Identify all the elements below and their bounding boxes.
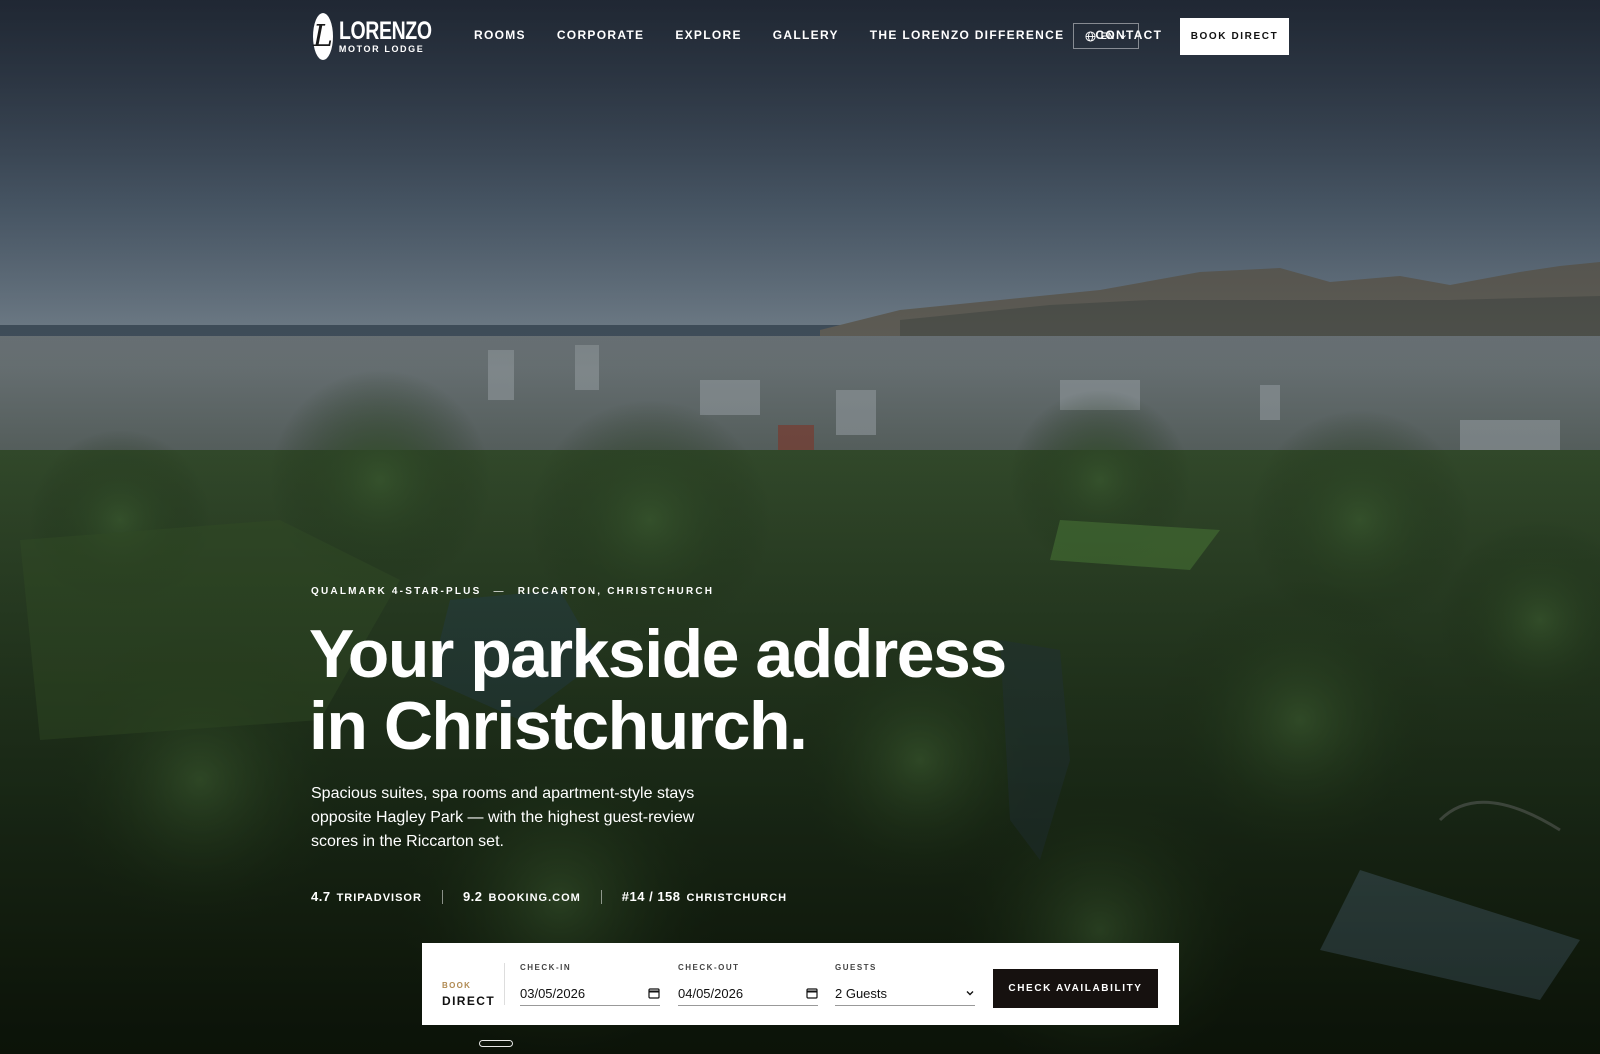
hero-eyebrow: QUALMARK 4-STAR-PLUS — RICCARTON, CHRISTCH… — [311, 586, 714, 597]
language-code: EN — [1100, 31, 1116, 41]
check-in-label: CHECK-IN — [520, 963, 572, 972]
rating-source: TRIPADVISOR — [336, 892, 422, 904]
check-in-input[interactable]: 03/05/2026 — [520, 981, 660, 1006]
rating-booking-com: 9.2 BOOKING.COM — [463, 889, 581, 904]
booking-title-small: BOOK — [442, 981, 472, 990]
brand-name: LORENZO — [338, 16, 432, 45]
headline-line-1: Your parkside address — [309, 616, 1007, 692]
rating-score: 9.2 — [462, 889, 483, 904]
booking-title: BOOK DIRECT — [442, 981, 495, 1008]
rating-source: BOOKING.COM — [488, 892, 581, 904]
rating-score: 4.7 — [311, 889, 331, 904]
nav-link-corporate[interactable]: CORPORATE — [557, 28, 644, 42]
booking-divider — [504, 963, 505, 1005]
slide-indicator[interactable] — [479, 1040, 513, 1047]
check-in-value: 03/05/2026 — [520, 985, 586, 1001]
top-navigation: L LORENZO MOTOR LODGE ROOMS CORPORATE EX… — [0, 0, 1600, 72]
brand-tagline: MOTOR LODGE — [338, 43, 425, 54]
location-label: RICCARTON, CHRISTCHURCH — [517, 586, 715, 597]
booking-title-big: DIRECT — [442, 994, 496, 1008]
headline-line-2: in Christchurch. — [309, 688, 808, 764]
calendar-icon[interactable] — [648, 987, 660, 999]
rating-christchurch-rank: #14 / 158 CHRISTCHURCH — [622, 889, 787, 904]
booking-form: BOOK DIRECT CHECK-IN 03/05/2026 CHECK-OU… — [422, 943, 1179, 1025]
ratings-strip: 4.7 TRIPADVISOR 9.2 BOOKING.COM #14 / 15… — [311, 889, 787, 904]
hero-overlay — [0, 0, 1600, 1054]
guests-field: GUESTS 2 Guests — [835, 963, 975, 1006]
hero-lead-text: Spacious suites, spa rooms and apartment… — [311, 785, 695, 850]
globe-icon — [1085, 30, 1096, 42]
check-out-value: 04/05/2026 — [678, 985, 744, 1001]
hero-section — [0, 0, 1600, 1054]
hero-headline: Your parkside address in Christchurch. — [309, 618, 1069, 762]
nav-link-explore[interactable]: EXPLORE — [675, 28, 741, 42]
nav-link-rooms[interactable]: ROOMS — [474, 28, 526, 42]
chevron-down-icon — [1121, 34, 1127, 38]
rating-divider — [600, 889, 602, 904]
eyebrow-separator: — — [493, 586, 506, 597]
nav-link-lorenzo-difference[interactable]: THE LORENZO DIFFERENCE — [870, 28, 1065, 42]
chevron-down-icon — [966, 991, 974, 996]
check-in-field: CHECK-IN 03/05/2026 — [520, 963, 660, 1006]
language-selector[interactable]: EN — [1073, 23, 1139, 49]
calendar-icon[interactable] — [806, 987, 818, 999]
rating-score: #14 / 158 — [621, 889, 681, 904]
guests-select[interactable]: 2 Guests — [835, 981, 975, 1006]
check-out-input[interactable]: 04/05/2026 — [678, 981, 818, 1006]
guests-label: GUESTS — [835, 963, 877, 972]
nav-link-gallery[interactable]: GALLERY — [773, 28, 839, 42]
check-out-field: CHECK-OUT 04/05/2026 — [678, 963, 818, 1006]
logo-wordmark: LORENZO MOTOR LODGE — [338, 16, 458, 54]
rating-tripadvisor: 4.7 TRIPADVISOR — [311, 889, 422, 904]
rating-divider — [441, 889, 443, 904]
check-availability-button[interactable]: CHECK AVAILABILITY — [993, 969, 1158, 1008]
check-out-label: CHECK-OUT — [678, 963, 740, 972]
logo-monogram: L — [313, 12, 333, 60]
qualmark-label: QUALMARK 4-STAR-PLUS — [311, 586, 482, 597]
rating-source: CHRISTCHURCH — [686, 892, 788, 904]
guests-value: 2 Guests — [835, 985, 888, 1001]
brand-logo[interactable]: L LORENZO MOTOR LODGE — [313, 12, 448, 60]
book-direct-button[interactable]: BOOK DIRECT — [1180, 18, 1289, 55]
